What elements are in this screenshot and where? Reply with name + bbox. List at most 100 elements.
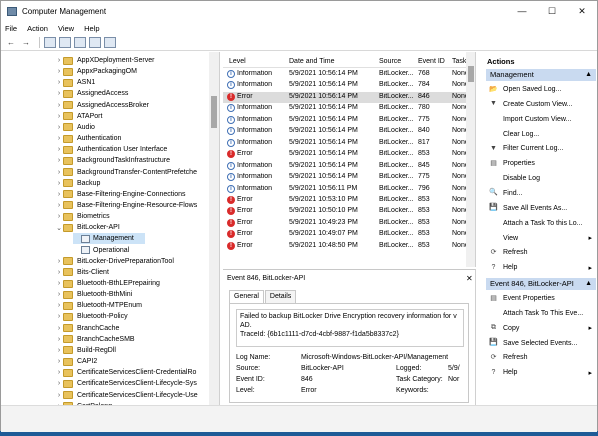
event-row[interactable]: i Information 5/9/2021 10:56:14 PM BitLocke… [223,69,475,80]
tree-item[interactable]: › CertificateServicesClient-Lifecycle-Sys [55,378,197,389]
tree-item[interactable]: › Bits-Client [55,267,109,278]
action-item[interactable]: ▼ Create Custom View... [486,98,598,111]
event-row[interactable]: i Information 5/9/2021 10:56:14 PM BitLocke… [223,172,475,183]
action-item[interactable]: 🔍 Find... [486,187,598,200]
chevron-right-icon[interactable]: › [55,135,63,142]
chevron-right-icon[interactable]: › [55,157,63,164]
chevron-right-icon[interactable]: › [55,336,63,343]
show-hide-tree-icon[interactable] [59,37,71,48]
actions-group-management[interactable]: Management ▲ [486,69,596,81]
chevron-right-icon[interactable]: › [55,57,63,64]
chevron-right-icon[interactable]: › [55,102,63,109]
action-item[interactable]: ? Help ▸ [486,261,598,274]
tree-item[interactable]: › CertificateServicesClient-CredentialRo [55,367,196,378]
action-item[interactable]: Import Custom View... [486,113,598,126]
chevron-right-icon[interactable]: › [55,291,63,298]
chevron-right-icon[interactable]: › [55,313,63,320]
back-icon[interactable]: ← [5,37,17,48]
action-item[interactable]: 💾 Save All Events As... [486,202,598,215]
action-item[interactable]: 💾 Save Selected Events... [486,337,598,350]
tree-item[interactable]: › CAPI2 [55,356,97,367]
chevron-right-icon[interactable]: › [55,180,63,187]
action-item[interactable]: Clear Log... [486,128,598,141]
tree-item[interactable]: › Authentication [55,133,121,144]
event-message[interactable]: Failed to backup BitLocker Drive Encrypt… [236,309,464,347]
chevron-right-icon[interactable]: › [55,79,63,86]
collapse-icon[interactable]: ▲ [585,278,592,290]
event-row[interactable]: ! Error 5/9/2021 10:49:07 PM BitLocker... 85… [223,229,475,240]
tree-item[interactable]: › Base-Filtering-Engine-Resource-Flows [55,200,197,211]
event-row[interactable]: ! Error 5/9/2021 10:49:23 PM BitLocker... 85… [223,218,475,229]
tree-item[interactable]: › BranchCache [55,323,119,334]
column-source[interactable]: Source [379,58,401,65]
tree-item[interactable]: › Audio [55,122,95,133]
tree-item[interactable]: › BranchCacheSMB [55,334,135,345]
tab-details[interactable]: Details [264,290,297,303]
menu-help[interactable]: Help [84,24,99,33]
tree-item[interactable]: › Bluetooth-BthMini [55,289,132,300]
action-item[interactable]: 📂 Open Saved Log... [486,83,598,96]
chevron-right-icon[interactable]: › [55,358,63,365]
chevron-right-icon[interactable]: › [55,325,63,332]
column-date-time[interactable]: Date and Time [289,58,335,65]
tree-item[interactable]: › Bluetooth-MTPEnum [55,300,142,311]
up-folder-icon[interactable] [44,37,56,48]
tree-item[interactable]: › AssignedAccess [55,88,128,99]
action-item[interactable]: Disable Log [486,172,598,185]
tree-item[interactable]: › Backup [55,178,100,189]
event-row[interactable]: i Information 5/9/2021 10:56:14 PM BitLocke… [223,103,475,114]
event-row[interactable]: ! Error 5/9/2021 10:50:10 PM BitLocker... 85… [223,206,475,217]
event-row[interactable]: ! Error 5/9/2021 10:53:10 PM BitLocker... 85… [223,195,475,206]
chevron-right-icon[interactable]: › [55,392,63,399]
event-row[interactable]: ! Error 5/9/2021 10:48:50 PM BitLocker... 85… [223,241,475,252]
show-hide-action-pane-icon[interactable] [104,37,116,48]
chevron-right-icon[interactable]: › [55,269,63,276]
tab-general[interactable]: General [229,290,264,303]
event-row[interactable]: i Information 5/9/2021 10:56:14 PM BitLocke… [223,126,475,137]
chevron-right-icon[interactable]: › [55,369,63,376]
tree-item[interactable]: › Authentication User Interface [55,144,167,155]
actions-group-event[interactable]: Event 846, BitLocker-API ▲ [486,278,596,290]
tree-item[interactable]: Management [73,233,145,245]
action-item[interactable]: View ▸ [486,232,598,245]
chevron-down-icon[interactable]: ⌄ [55,224,63,232]
chevron-right-icon[interactable]: › [55,90,63,97]
tree-item[interactable]: › ASN1 [55,77,95,88]
forward-icon[interactable]: → [20,37,32,48]
menu-file[interactable]: File [5,24,17,33]
tree-item[interactable]: Operational [73,245,129,256]
tree-item[interactable]: › Bluetooth-BthLEPrepairing [55,278,160,289]
help-icon[interactable] [89,37,101,48]
chevron-right-icon[interactable]: › [55,169,63,176]
properties-icon[interactable] [74,37,86,48]
close-detail-icon[interactable]: ✕ [466,274,473,283]
menu-view[interactable]: View [58,24,74,33]
event-row[interactable]: ! Error 5/9/2021 10:56:14 PM BitLocker... 85… [223,149,475,160]
column-level[interactable]: Level [229,58,246,65]
chevron-right-icon[interactable]: › [55,347,63,354]
chevron-right-icon[interactable]: › [55,191,63,198]
action-item[interactable]: Attach Task To This Eve... [486,307,598,320]
chevron-right-icon[interactable]: › [55,68,63,75]
action-item[interactable]: ▤ Properties [486,157,598,170]
event-row[interactable]: ! Error 5/9/2021 10:56:14 PM BitLocker... 84… [223,91,475,104]
chevron-right-icon[interactable]: › [55,280,63,287]
action-item[interactable]: ▼ Filter Current Log... [486,142,598,155]
event-row[interactable]: i Information 5/9/2021 10:56:14 PM BitLocke… [223,161,475,172]
column-event-id[interactable]: Event ID [418,58,445,65]
action-item[interactable]: ⧉ Copy ▸ [486,322,598,335]
menu-action[interactable]: Action [27,24,48,33]
event-row[interactable]: i Information 5/9/2021 10:56:11 PM BitLocke… [223,184,475,195]
tree-item[interactable]: › BitLocker-DrivePreparationTool [55,256,174,267]
tree-item[interactable]: › BackgroundTransfer-ContentPrefetche [55,167,197,178]
chevron-right-icon[interactable]: › [55,146,63,153]
tree-item[interactable]: › Build-RegDll [55,345,116,356]
tree-scrollbar[interactable] [209,52,219,405]
tree-item[interactable]: › BackgroundTaskInfrastructure [55,155,170,166]
chevron-right-icon[interactable]: › [55,213,63,220]
action-item[interactable]: ⟳ Refresh [486,246,598,259]
chevron-right-icon[interactable]: › [55,124,63,131]
maximize-button[interactable]: ☐ [537,1,567,21]
collapse-icon[interactable]: ▲ [585,69,592,81]
event-row[interactable]: i Information 5/9/2021 10:56:14 PM BitLocke… [223,115,475,126]
